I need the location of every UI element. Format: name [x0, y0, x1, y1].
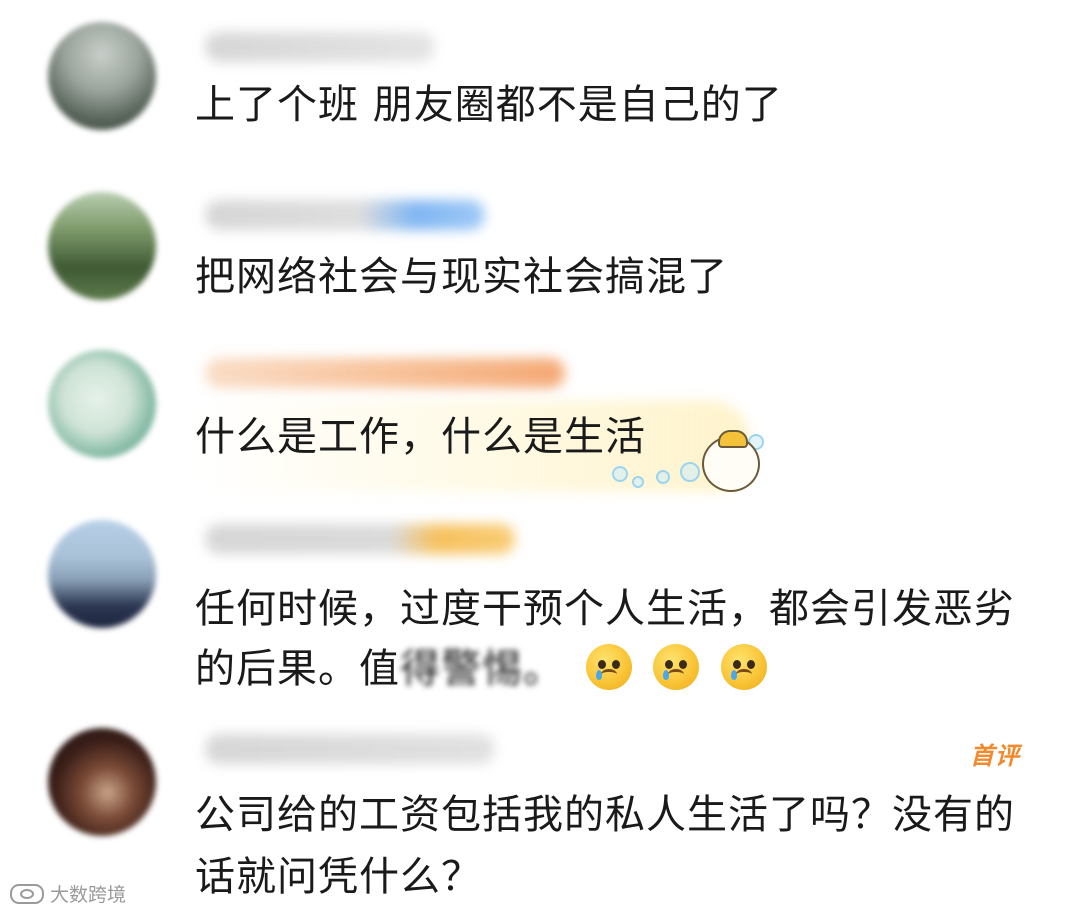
bubble-icon [656, 470, 670, 484]
bubble-icon [680, 462, 700, 482]
weibo-logo-icon [10, 883, 44, 904]
comment-text-line-2: 的后果。值得警惕。 [195, 636, 768, 702]
bubble-icon [632, 476, 644, 488]
text-blurred: 得警惕 [400, 646, 523, 692]
crying-face-emoji [721, 644, 768, 690]
comment-text-line-1: 公司给的工资包括我的私人生活了吗？没有的 [195, 792, 1015, 838]
watermark: 大数跨境 [10, 880, 126, 907]
bubble-icon [612, 466, 628, 482]
first-comment-badge: 首评 [970, 742, 1020, 770]
comment-text: 上了个班 朋友圈都不是自己的了 [195, 82, 783, 128]
crying-face-emoji [653, 644, 700, 690]
mascot-hat-icon [718, 430, 748, 448]
username-blurred[interactable] [205, 358, 565, 388]
comment-text-line-1: 任何时候，过度干预个人生活，都会引发恶劣 [195, 586, 1015, 632]
crying-face-emoji [585, 644, 632, 690]
username-blurred[interactable] [205, 32, 435, 62]
username-blurred[interactable] [205, 524, 515, 554]
avatar[interactable] [48, 350, 156, 458]
text-visible: 的后果。值 [195, 646, 400, 692]
text-tail: 。 [523, 646, 564, 692]
avatar[interactable] [48, 728, 156, 836]
username-blurred[interactable] [205, 734, 495, 764]
comment-text: 把网络社会与现实社会搞混了 [195, 254, 728, 300]
username-blurred[interactable] [205, 200, 485, 230]
watermark-text: 大数跨境 [50, 884, 127, 906]
avatar[interactable] [48, 22, 156, 130]
comment-text-line-2: 话就问凭什么？ [195, 854, 482, 900]
avatar[interactable] [48, 520, 156, 628]
comment-text: 什么是工作，什么是生活 [195, 414, 646, 460]
avatar[interactable] [48, 192, 156, 300]
